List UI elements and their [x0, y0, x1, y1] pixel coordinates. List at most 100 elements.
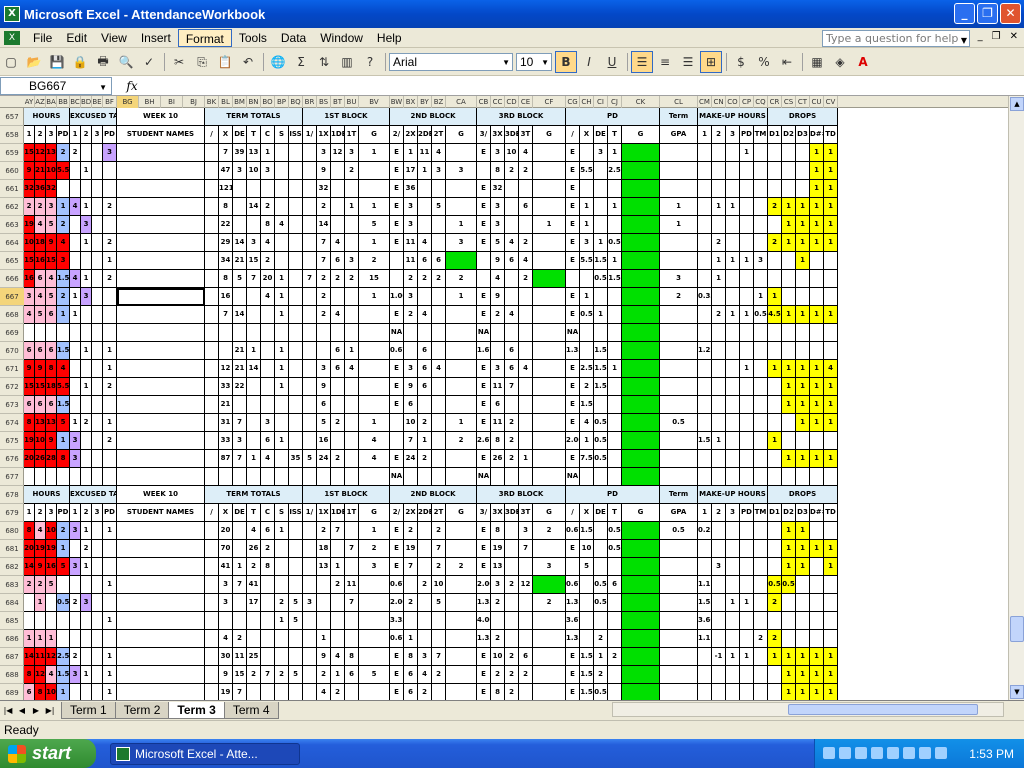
cell[interactable]: [754, 360, 768, 378]
cell[interactable]: [660, 396, 698, 414]
undo-icon[interactable]: ↶: [237, 51, 259, 73]
cell[interactable]: [261, 468, 275, 486]
cell[interactable]: 1: [533, 216, 566, 234]
cell[interactable]: [92, 612, 103, 630]
cell[interactable]: E: [566, 162, 580, 180]
cell[interactable]: 1: [824, 666, 838, 684]
row-header-658[interactable]: 658: [0, 126, 24, 144]
cell[interactable]: 1: [698, 126, 712, 144]
cell[interactable]: 6: [46, 306, 57, 324]
cell[interactable]: 2: [261, 198, 275, 216]
cell[interactable]: [622, 630, 660, 648]
student-name-cell[interactable]: [117, 378, 205, 396]
cell[interactable]: 1: [594, 648, 608, 666]
cell[interactable]: 1: [608, 252, 622, 270]
tray-icon[interactable]: [887, 747, 899, 759]
cell[interactable]: [359, 396, 390, 414]
cell[interactable]: [303, 522, 317, 540]
cell[interactable]: 2: [505, 162, 519, 180]
cell[interactable]: [594, 180, 608, 198]
cell[interactable]: 19: [404, 540, 418, 558]
cell[interactable]: [247, 216, 261, 234]
cell[interactable]: [219, 468, 233, 486]
cell[interactable]: 1: [345, 198, 359, 216]
cell[interactable]: [247, 378, 261, 396]
cell[interactable]: [698, 450, 712, 468]
cell[interactable]: [810, 270, 824, 288]
column-header-ck[interactable]: CK: [622, 96, 660, 108]
cell[interactable]: [418, 540, 432, 558]
cell[interactable]: [519, 558, 533, 576]
cell[interactable]: 6: [418, 252, 432, 270]
cell[interactable]: [533, 324, 566, 342]
cell[interactable]: DE: [594, 126, 608, 144]
save-icon[interactable]: 💾: [46, 51, 68, 73]
cell[interactable]: [477, 162, 491, 180]
column-header-cv[interactable]: CV: [824, 96, 838, 108]
cell[interactable]: X: [219, 504, 233, 522]
cell[interactable]: [205, 684, 219, 700]
cell[interactable]: 4: [331, 234, 345, 252]
cell[interactable]: 0.67: [566, 522, 580, 540]
cell[interactable]: 1: [810, 414, 824, 432]
cell[interactable]: [205, 612, 219, 630]
cell[interactable]: 2: [345, 270, 359, 288]
column-header-bc[interactable]: BC: [70, 96, 81, 108]
sort-icon[interactable]: ⇅: [313, 51, 335, 73]
student-name-cell[interactable]: [117, 234, 205, 252]
cell[interactable]: 1: [81, 666, 92, 684]
student-name-cell[interactable]: [117, 594, 205, 612]
cell[interactable]: 2: [331, 576, 345, 594]
cell[interactable]: [432, 180, 446, 198]
cell[interactable]: [70, 252, 81, 270]
cell[interactable]: [810, 594, 824, 612]
cell[interactable]: 2: [768, 594, 782, 612]
cell[interactable]: 7: [331, 522, 345, 540]
cell[interactable]: 4: [505, 306, 519, 324]
cell[interactable]: 25: [247, 648, 261, 666]
cell[interactable]: [740, 540, 754, 558]
cell[interactable]: [432, 630, 446, 648]
cell[interactable]: PD: [57, 126, 70, 144]
column-header-bq[interactable]: BQ: [289, 96, 303, 108]
cell[interactable]: [698, 252, 712, 270]
cell[interactable]: 2: [580, 378, 594, 396]
scroll-up-icon[interactable]: ▲: [1010, 97, 1024, 111]
cell[interactable]: [660, 684, 698, 700]
cell[interactable]: [519, 612, 533, 630]
cell[interactable]: [824, 270, 838, 288]
cell[interactable]: 4: [519, 144, 533, 162]
cell[interactable]: [754, 432, 768, 450]
cell[interactable]: 3: [233, 432, 247, 450]
cell[interactable]: 4: [491, 270, 505, 288]
cell[interactable]: [796, 594, 810, 612]
cell[interactable]: [608, 468, 622, 486]
cell[interactable]: [754, 324, 768, 342]
cell[interactable]: 1.113: [698, 576, 712, 594]
cell[interactable]: [205, 414, 219, 432]
cell[interactable]: [622, 324, 660, 342]
cell[interactable]: 1: [810, 216, 824, 234]
cell[interactable]: 3RD BLOCK: [477, 486, 566, 504]
cell[interactable]: 1: [103, 648, 117, 666]
cell[interactable]: 2.5: [57, 648, 70, 666]
cell[interactable]: 2: [81, 504, 92, 522]
column-header-bj[interactable]: BJ: [183, 96, 205, 108]
cell[interactable]: [796, 180, 810, 198]
cell[interactable]: 21: [233, 342, 247, 360]
cell[interactable]: [660, 342, 698, 360]
cell[interactable]: 1: [247, 342, 261, 360]
cell[interactable]: 11: [491, 414, 505, 432]
cell[interactable]: [580, 144, 594, 162]
cell[interactable]: 11: [233, 648, 247, 666]
cell[interactable]: NA: [477, 468, 491, 486]
cell[interactable]: 1: [782, 306, 796, 324]
cell[interactable]: 2: [533, 522, 566, 540]
cell[interactable]: E: [390, 378, 404, 396]
cell[interactable]: [317, 612, 331, 630]
cell[interactable]: 1.110: [698, 630, 712, 648]
cell[interactable]: 9: [46, 234, 57, 252]
cell[interactable]: 3: [303, 594, 317, 612]
cell[interactable]: 1: [81, 522, 92, 540]
cell[interactable]: STUDENT NAMES: [117, 126, 205, 144]
